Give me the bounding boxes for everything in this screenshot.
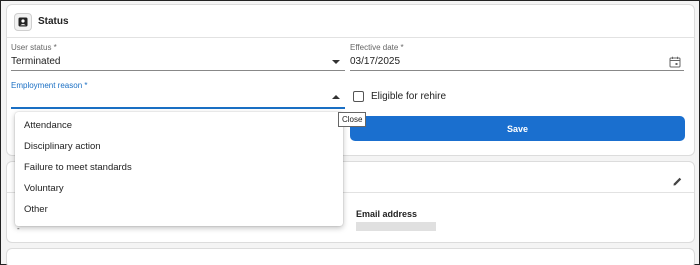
user-status-label: User status * [11,43,57,52]
pencil-icon[interactable] [672,174,683,192]
effective-date-label: Effective date * [350,43,404,52]
effective-date-input[interactable]: 03/17/2025 [350,56,400,67]
next-card [6,248,695,265]
email-address-value [356,222,436,231]
employment-reason-label: Employment reason * [11,81,88,90]
dropdown-option-failure-to-meet-standards[interactable]: Failure to meet standards [15,157,343,178]
person-badge-icon [14,13,32,31]
dropdown-option-disciplinary-action[interactable]: Disciplinary action [15,136,343,157]
caret-down-icon[interactable] [332,60,340,64]
eligible-for-rehire-checkbox[interactable] [353,91,364,102]
email-address-label: Email address [356,209,418,219]
user-status-select[interactable]: Terminated [11,56,60,67]
caret-up-icon[interactable] [332,95,340,99]
close-tooltip: Close [338,112,367,127]
dropdown-option-voluntary[interactable]: Voluntary [15,178,343,199]
save-button[interactable]: Save [350,116,685,141]
dropdown-option-other[interactable]: Other [15,199,343,220]
status-title: Status [38,16,69,27]
user-status-underline [11,70,345,71]
dropdown-option-attendance[interactable]: Attendance [15,115,343,136]
status-header: Status [7,5,694,38]
employment-reason-dropdown: Attendance Disciplinary action Failure t… [15,112,343,226]
effective-date-underline [350,70,684,71]
employment-reason-select[interactable] [11,107,345,109]
eligible-for-rehire-label: Eligible for rehire [371,91,447,102]
